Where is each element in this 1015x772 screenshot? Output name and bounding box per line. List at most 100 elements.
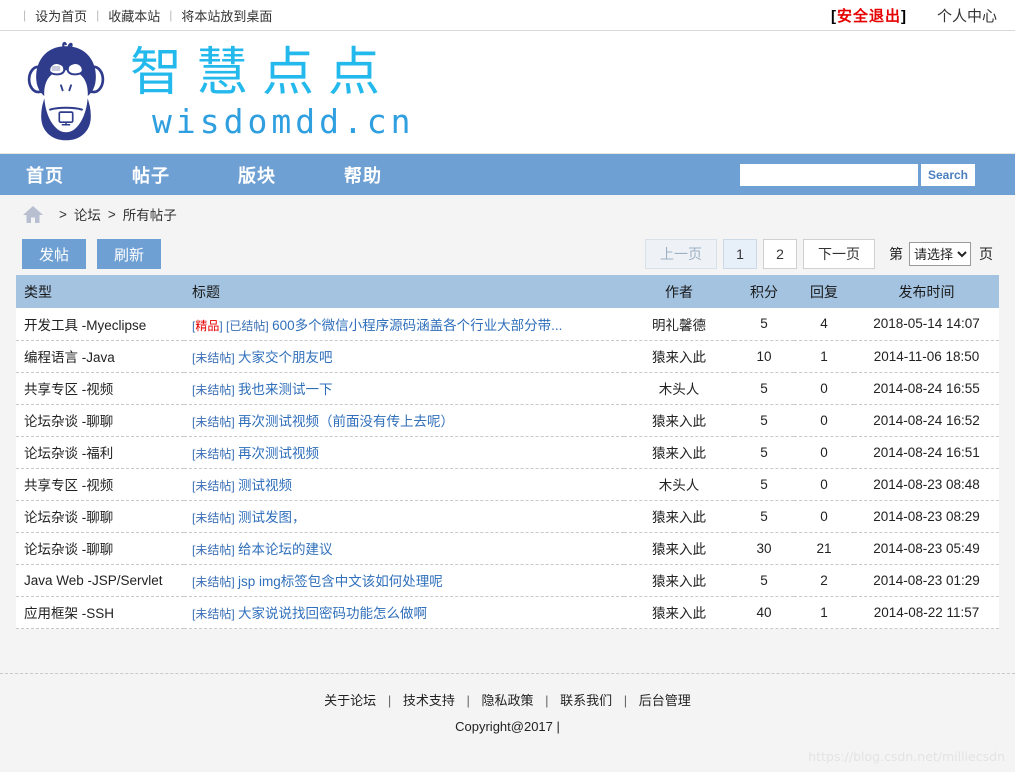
cell-type: 开发工具 -Myeclipse: [16, 308, 184, 341]
pagination-prev-button[interactable]: 上一页: [645, 239, 717, 269]
nav-item-home[interactable]: 首页: [26, 162, 64, 188]
cell-score: 10: [734, 340, 794, 373]
page-jump-select[interactable]: 请选择: [909, 242, 971, 266]
home-icon[interactable]: [22, 204, 44, 224]
post-title-link[interactable]: 给本论坛的建议: [238, 542, 333, 557]
nav-item-help[interactable]: 帮助: [344, 162, 382, 188]
cell-title: [精品] [已结帖] 600多个微信小程序源码涵盖各个行业大部分带...: [184, 308, 624, 341]
table-row[interactable]: 论坛杂谈 -聊聊 [未结帖] 测试发图， 猿来入此 5 0 2014-08-23 08:2…: [16, 500, 999, 533]
table-row[interactable]: 编程语言 -Java [未结帖] 大家交个朋友吧 猿来入此 10 1 2014-11-06…: [16, 340, 999, 373]
column-header-type: 类型: [16, 275, 184, 308]
jump-prefix-label: 第: [889, 246, 903, 262]
column-header-replies: 回复: [794, 275, 854, 308]
divider: |: [466, 692, 470, 708]
footer-link-contact[interactable]: 联系我们: [560, 693, 612, 708]
table-row[interactable]: 论坛杂谈 -福利 [未结帖] 再次测试视频 猿来入此 5 0 2014-08-24 16:…: [16, 436, 999, 469]
post-title-link[interactable]: 600多个微信小程序源码涵盖各个行业大部分带...: [272, 318, 562, 333]
nav-item-posts[interactable]: 帖子: [132, 162, 170, 188]
badge-status-label: 已结帖: [229, 318, 266, 333]
breadcrumb: > 论坛 > 所有帖子: [0, 195, 1015, 233]
post-title-link[interactable]: 再次测试视频（前面没有传上去呢）: [238, 414, 454, 429]
cell-replies: 1: [794, 596, 854, 629]
badge-status-label: 未结帖: [195, 351, 232, 365]
column-header-score: 积分: [734, 275, 794, 308]
post-title-link[interactable]: jsp img标签包含中文该如何处理呢: [238, 574, 443, 589]
footer-link-about[interactable]: 关于论坛: [324, 693, 376, 708]
search-input[interactable]: [739, 163, 918, 186]
cell-author: 木头人: [624, 468, 734, 501]
post-title-link[interactable]: 大家说说找回密码功能怎么做啊: [238, 606, 427, 621]
cell-time: 2014-08-24 16:51: [854, 436, 999, 469]
badge-status: [未结帖]: [192, 607, 239, 621]
cell-score: 5: [734, 308, 794, 341]
badge-status-label: 未结帖: [195, 575, 232, 589]
table-row[interactable]: 论坛杂谈 -聊聊 [未结帖] 给本论坛的建议 猿来入此 30 21 2014-08-23 …: [16, 532, 999, 565]
cell-replies: 0: [794, 436, 854, 469]
post-title-link[interactable]: 大家交个朋友吧: [238, 350, 333, 365]
set-homepage-link[interactable]: 设为首页: [35, 6, 87, 25]
cell-replies: 4: [794, 308, 854, 341]
badge-status-label: 未结帖: [195, 479, 232, 493]
jump-suffix-label: 页: [979, 246, 993, 262]
badge-status-label: 未结帖: [195, 447, 232, 461]
posts-table-head: 类型 标题 作者 积分 回复 发布时间: [16, 275, 999, 308]
footer-link-admin[interactable]: 后台管理: [639, 693, 691, 708]
search-area: Search: [739, 163, 1015, 186]
divider: |: [169, 8, 173, 22]
table-row[interactable]: Java Web -JSP/Servlet [未结帖] jsp img标签包含中文…: [16, 564, 999, 597]
divider: |: [387, 692, 392, 708]
cell-replies: 0: [794, 372, 854, 405]
cell-score: 30: [734, 532, 794, 565]
cell-replies: 0: [794, 404, 854, 437]
breadcrumb-item-forum[interactable]: 论坛: [74, 204, 101, 224]
table-row[interactable]: 共享专区 -视频 [未结帖] 测试视频 木头人 5 0 2014-08-23 08:48: [16, 468, 999, 501]
cell-replies: 0: [794, 468, 854, 501]
cell-time: 2014-08-23 08:48: [854, 468, 999, 501]
post-title-link[interactable]: 测试发图，: [238, 510, 306, 525]
main-navigation: 首页 帖子 版块 帮助 Search: [0, 154, 1015, 195]
table-row[interactable]: 开发工具 -Myeclipse [精品] [已结帖] 600多个微信小程序源码涵盖…: [16, 308, 999, 341]
column-header-time: 发布时间: [854, 275, 999, 308]
cell-time: 2014-08-22 11:57: [854, 596, 999, 629]
list-toolbar: 发帖 刷新 上一页 1 2 下一页 第 请选择 页: [0, 233, 1015, 275]
cell-title: [未结帖] 给本论坛的建议: [184, 532, 624, 565]
cell-title: [未结帖] 大家说说找回密码功能怎么做啊: [184, 596, 624, 629]
table-row[interactable]: 共享专区 -视频 [未结帖] 我也来测试一下 木头人 5 0 2014-08-24 16:…: [16, 372, 999, 405]
pagination-next-button[interactable]: 下一页: [803, 239, 875, 269]
cell-author: 明礼馨德: [624, 308, 734, 341]
cell-type: 论坛杂谈 -聊聊: [16, 404, 184, 437]
cell-author: 猿来入此: [624, 596, 734, 629]
add-to-desktop-link[interactable]: 将本站放到桌面: [181, 6, 272, 25]
badge-featured-label: 精品: [195, 318, 220, 333]
cell-author: 猿来入此: [624, 436, 734, 469]
logout-wrapper[interactable]: [安全退出]: [831, 5, 907, 26]
cell-title: [未结帖] jsp img标签包含中文该如何处理呢: [184, 564, 624, 597]
brand-domain: wisdomdd.cn: [152, 101, 415, 141]
bookmark-site-link[interactable]: 收藏本站: [108, 6, 160, 25]
nav-item-boards[interactable]: 版块: [238, 162, 276, 188]
footer-link-support[interactable]: 技术支持: [403, 693, 455, 708]
cell-title: [未结帖] 大家交个朋友吧: [184, 340, 624, 373]
logout-link[interactable]: 安全退出: [837, 8, 901, 25]
cell-score: 5: [734, 436, 794, 469]
user-center-link[interactable]: 个人中心: [937, 5, 997, 26]
cell-time: 2014-08-23 05:49: [854, 532, 999, 565]
cell-title: [未结帖] 测试视频: [184, 468, 624, 501]
pagination: 上一页 1 2 下一页 第 请选择 页: [645, 239, 999, 269]
site-footer: 关于论坛 | 技术支持 | 隐私政策 | 联系我们 | 后台管理 Copyrig…: [0, 672, 1015, 734]
post-title-link[interactable]: 再次测试视频: [238, 446, 319, 461]
new-post-button[interactable]: 发帖: [22, 239, 87, 269]
pagination-page-2[interactable]: 2: [763, 239, 797, 269]
table-row[interactable]: 应用框架 -SSH [未结帖] 大家说说找回密码功能怎么做啊 猿来入此 40 1 2014…: [16, 596, 999, 629]
pagination-page-1[interactable]: 1: [723, 239, 757, 269]
post-title-link[interactable]: 我也来测试一下: [238, 382, 333, 397]
breadcrumb-item-all-posts[interactable]: 所有帖子: [123, 204, 177, 224]
footer-link-privacy[interactable]: 隐私政策: [481, 693, 533, 708]
divider: |: [96, 8, 100, 22]
refresh-button[interactable]: 刷新: [97, 239, 162, 269]
divider: |: [23, 8, 27, 22]
cell-title: [未结帖] 测试发图，: [184, 500, 624, 533]
post-title-link[interactable]: 测试视频: [238, 478, 292, 493]
table-row[interactable]: 论坛杂谈 -聊聊 [未结帖] 再次测试视频（前面没有传上去呢） 猿来入此 5 0 2014…: [16, 404, 999, 437]
search-button[interactable]: Search: [920, 163, 975, 186]
